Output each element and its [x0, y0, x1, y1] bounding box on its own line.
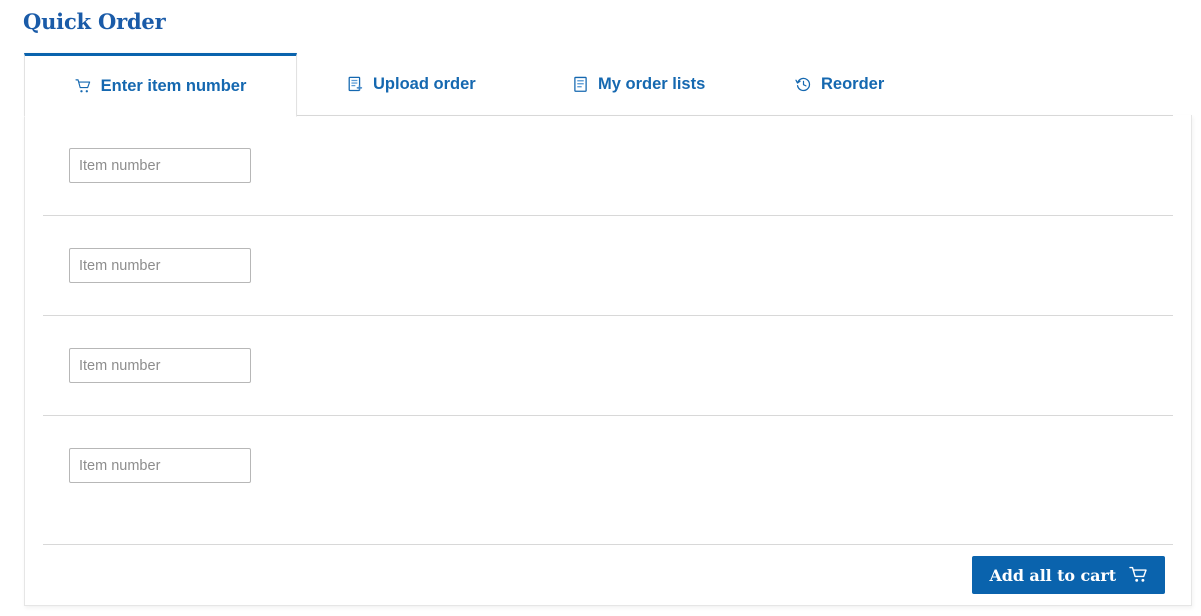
- item-row: [43, 315, 1173, 415]
- tab-upload-order[interactable]: Upload order: [329, 53, 494, 116]
- quick-order-panel: Add all to cart: [24, 115, 1192, 606]
- add-all-to-cart-label: Add all to cart: [989, 565, 1116, 585]
- shopping-cart-icon: [1129, 565, 1149, 585]
- document-list-icon: [572, 76, 589, 93]
- tab-label: Reorder: [821, 75, 885, 93]
- item-row: [43, 415, 1173, 515]
- item-row: [43, 215, 1173, 315]
- item-rows-list: [25, 115, 1191, 515]
- tab-label: My order lists: [598, 75, 706, 93]
- item-number-input-4[interactable]: [69, 448, 251, 483]
- add-all-to-cart-button[interactable]: Add all to cart: [972, 556, 1165, 594]
- tab-my-order-lists[interactable]: My order lists: [554, 53, 724, 116]
- panel-footer: Add all to cart: [43, 544, 1173, 605]
- tab-enter-item-number[interactable]: Enter item number: [24, 53, 297, 117]
- item-number-input-2[interactable]: [69, 248, 251, 283]
- item-number-input-1[interactable]: [69, 148, 251, 183]
- shopping-cart-icon: [75, 78, 92, 95]
- tab-reorder[interactable]: Reorder: [777, 53, 903, 116]
- item-number-input-3[interactable]: [69, 348, 251, 383]
- page-title: Quick Order: [23, 9, 166, 34]
- tab-label: Enter item number: [100, 76, 247, 95]
- document-upload-icon: [347, 76, 364, 93]
- tab-label: Upload order: [373, 75, 476, 93]
- history-clock-icon: [795, 76, 812, 93]
- item-row: [43, 115, 1173, 215]
- tab-strip: Enter item number Upload order My order …: [24, 53, 1192, 117]
